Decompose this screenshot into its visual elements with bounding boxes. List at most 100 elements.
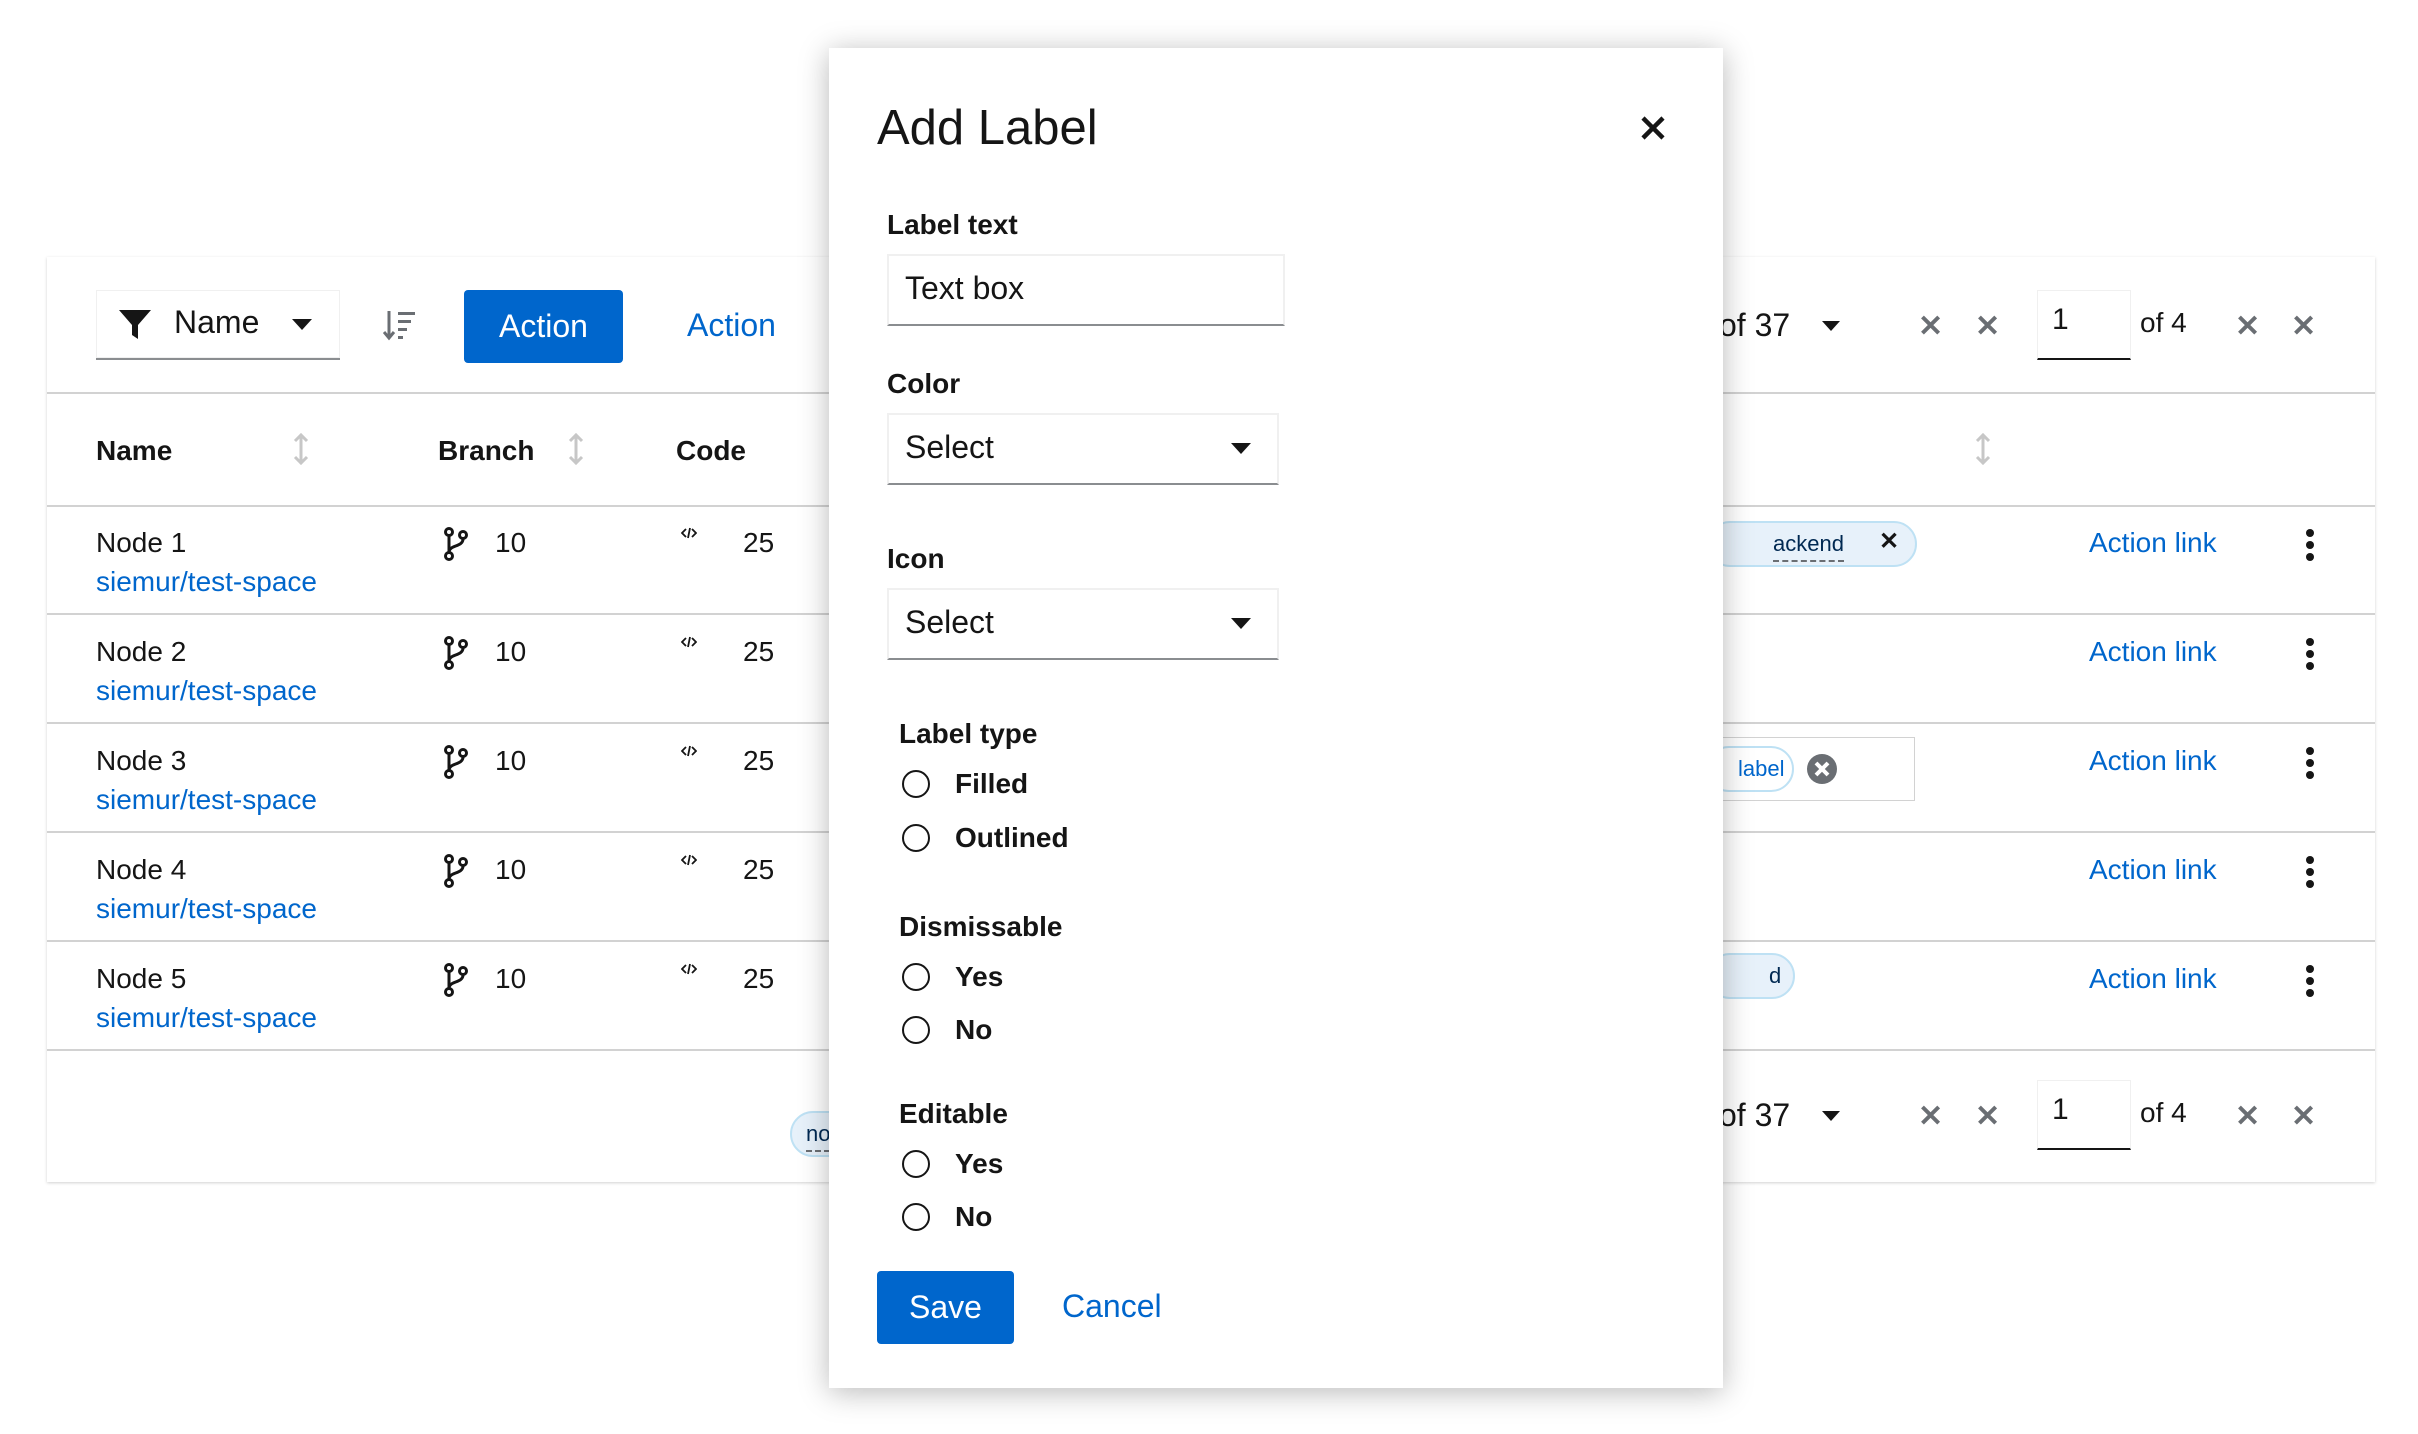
label-chip-text: no: [806, 1121, 831, 1152]
caret-down-icon: [292, 319, 312, 331]
filter-dropdown[interactable]: Name: [96, 290, 340, 360]
column-header-code[interactable]: Code: [676, 435, 746, 467]
radio-dismissable-yes-label: Yes: [955, 961, 1004, 992]
radio-editable-yes-label: Yes: [955, 1148, 1004, 1179]
color-select[interactable]: Select: [887, 413, 1279, 485]
repo-link[interactable]: siemur/test-space: [96, 784, 317, 816]
close-icon[interactable]: ✕: [1918, 309, 1943, 344]
node-name: Node 2: [96, 636, 187, 667]
repo-link[interactable]: siemur/test-space: [96, 566, 317, 598]
node-name: Node 4: [96, 854, 187, 885]
action-link[interactable]: Action: [687, 307, 776, 344]
sort-arrows-icon[interactable]: [567, 433, 585, 465]
radio-dismissable-no-label: No: [955, 1014, 993, 1045]
cancel-button[interactable]: Cancel: [1062, 1288, 1162, 1325]
icon-select[interactable]: Select: [887, 588, 1279, 660]
radio-editable-no[interactable]: [902, 1203, 930, 1231]
close-icon[interactable]: ✕: [2291, 309, 2316, 344]
label-chip-text: label: [1738, 756, 1785, 781]
radio-filled[interactable]: [902, 770, 930, 798]
branch-icon: [443, 745, 469, 779]
editable-label: Editable: [899, 1098, 1008, 1129]
branch-count: 10: [495, 854, 527, 885]
radio-outlined[interactable]: [902, 824, 930, 852]
branch-count: 10: [495, 527, 527, 558]
color-select-value: Select: [905, 429, 994, 465]
page-number-input[interactable]: 1: [2037, 1080, 2131, 1150]
kebab-menu-icon[interactable]: [2305, 747, 2315, 779]
column-header-branch[interactable]: Branch: [438, 435, 534, 467]
code-count: 25: [743, 527, 775, 558]
branch-count: 10: [495, 745, 527, 776]
page-of-label: of 4: [2140, 1097, 2187, 1128]
label-text-label: Label text: [887, 209, 1018, 240]
close-icon[interactable]: ✕: [2291, 1099, 2316, 1134]
close-icon[interactable]: ✕: [1879, 527, 1899, 556]
close-icon[interactable]: ✕: [2235, 1099, 2260, 1134]
code-count: 25: [743, 745, 775, 776]
page-of-label: of 4: [2140, 307, 2187, 338]
modal-title: Add Label: [877, 101, 1098, 155]
kebab-menu-icon[interactable]: [2305, 638, 2315, 670]
caret-down-icon[interactable]: [1822, 321, 1840, 332]
kebab-menu-icon[interactable]: [2305, 529, 2315, 561]
code-count: 25: [743, 636, 775, 667]
caret-down-icon: [1231, 618, 1251, 630]
action-link[interactable]: Action link: [2089, 636, 2217, 668]
branch-icon: [443, 854, 469, 888]
action-button[interactable]: Action: [464, 290, 623, 363]
add-label-modal: Add Label Label text Text box Color Sele…: [829, 48, 1723, 1388]
dismissable-label: Dismissable: [899, 911, 1063, 942]
node-name: Node 1: [96, 527, 187, 558]
action-link[interactable]: Action link: [2089, 745, 2217, 777]
repo-link[interactable]: siemur/test-space: [96, 675, 317, 707]
pagination-count: of 37: [1719, 307, 1791, 343]
radio-editable-yes[interactable]: [902, 1150, 930, 1178]
sort-icon[interactable]: [383, 309, 417, 341]
branch-icon: [443, 963, 469, 997]
repo-link[interactable]: siemur/test-space: [96, 893, 317, 925]
action-link[interactable]: Action link: [2089, 527, 2217, 559]
code-count: 25: [743, 854, 775, 885]
code-icon: [681, 527, 697, 539]
close-icon[interactable]: ✕: [1975, 1099, 2000, 1134]
label-type-label: Label type: [899, 718, 1038, 749]
icon-select-value: Select: [905, 604, 994, 640]
code-count: 25: [743, 963, 775, 994]
repo-link[interactable]: siemur/test-space: [96, 1002, 317, 1034]
action-link[interactable]: Action link: [2089, 854, 2217, 886]
branch-icon: [443, 527, 469, 561]
branch-count: 10: [495, 636, 527, 667]
kebab-menu-icon[interactable]: [2305, 856, 2315, 888]
code-icon: [681, 963, 697, 975]
code-icon: [681, 854, 697, 866]
page-number-input[interactable]: 1: [2037, 290, 2131, 360]
label-text-input[interactable]: Text box: [887, 254, 1285, 326]
editable-label-container: label: [1706, 737, 1915, 801]
color-label: Color: [887, 368, 961, 399]
close-circle-icon[interactable]: [1806, 753, 1838, 785]
label-chip[interactable]: ackend ✕: [1707, 521, 1917, 567]
node-name: Node 5: [96, 963, 187, 994]
code-icon: [681, 745, 697, 757]
close-icon[interactable]: ✕: [2235, 309, 2260, 344]
action-link[interactable]: Action link: [2089, 963, 2217, 995]
sort-arrows-icon[interactable]: [1974, 433, 1992, 465]
save-button[interactable]: Save: [877, 1271, 1014, 1344]
kebab-menu-icon[interactable]: [2305, 965, 2315, 997]
filter-icon: [118, 308, 152, 342]
close-icon[interactable]: [1640, 115, 1666, 141]
radio-outlined-label: Outlined: [955, 822, 1069, 853]
radio-dismissable-no[interactable]: [902, 1016, 930, 1044]
caret-down-icon[interactable]: [1822, 1111, 1840, 1122]
column-header-name[interactable]: Name: [96, 435, 172, 467]
radio-dismissable-yes[interactable]: [902, 963, 930, 991]
radio-filled-label: Filled: [955, 768, 1029, 799]
sort-arrows-icon[interactable]: [292, 433, 310, 465]
label-chip-text: d: [1769, 963, 1782, 988]
close-icon[interactable]: ✕: [1918, 1099, 1943, 1134]
icon-label: Icon: [887, 543, 945, 574]
caret-down-icon: [1231, 443, 1251, 455]
close-icon[interactable]: ✕: [1975, 309, 2000, 344]
branch-icon: [443, 636, 469, 670]
